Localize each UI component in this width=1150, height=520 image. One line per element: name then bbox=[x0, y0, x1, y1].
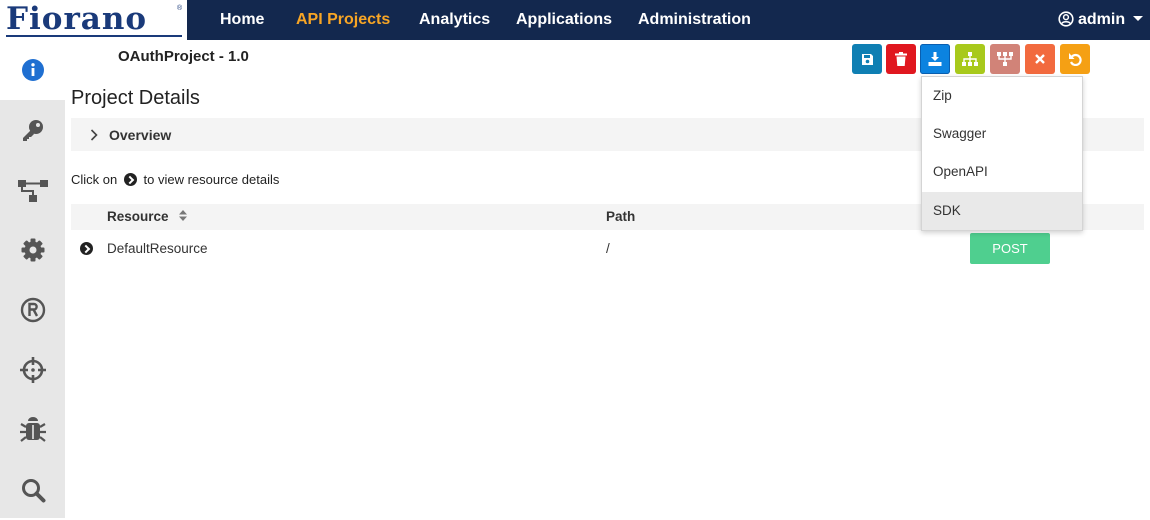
close-icon bbox=[1035, 54, 1045, 64]
key-icon bbox=[22, 120, 43, 141]
sidebar-item-registered[interactable] bbox=[0, 280, 65, 340]
export-option-openapi[interactable]: OpenAPI bbox=[922, 153, 1082, 191]
save-button[interactable] bbox=[852, 44, 882, 74]
hint-text-after: to view resource details bbox=[143, 172, 280, 187]
bug-icon bbox=[19, 417, 46, 442]
user-circle-icon bbox=[1058, 11, 1074, 27]
sitemap-icon bbox=[962, 52, 978, 66]
trash-icon bbox=[895, 52, 907, 66]
column-resource-label: Resource bbox=[107, 209, 169, 224]
hierarchy-icon bbox=[997, 52, 1013, 66]
nav-api-projects[interactable]: API Projects bbox=[296, 0, 390, 40]
sidebar bbox=[0, 40, 65, 518]
top-navbar: Fiorano ® Home API Projects Analytics Ap… bbox=[0, 0, 1150, 40]
nav-administration[interactable]: Administration bbox=[638, 0, 751, 40]
chevron-right-icon bbox=[90, 129, 98, 141]
resource-path: / bbox=[606, 241, 610, 256]
resource-name: DefaultResource bbox=[107, 241, 208, 256]
search-icon bbox=[21, 479, 45, 503]
undo-icon bbox=[1069, 53, 1082, 66]
gear-icon bbox=[21, 238, 44, 262]
hint-text-before: Click on bbox=[71, 172, 118, 187]
nav-home[interactable]: Home bbox=[220, 0, 264, 40]
column-resource[interactable]: Resource bbox=[107, 209, 188, 224]
sort-icon bbox=[179, 210, 188, 221]
export-dropdown: Zip Swagger OpenAPI SDK bbox=[921, 76, 1083, 231]
section-title: Project Details bbox=[71, 87, 200, 109]
registered-icon bbox=[20, 297, 45, 323]
sidebar-item-search[interactable] bbox=[0, 460, 65, 520]
structure-button[interactable] bbox=[955, 44, 985, 74]
overview-label: Overview bbox=[109, 127, 172, 143]
delete-button[interactable] bbox=[886, 44, 916, 74]
nav-applications[interactable]: Applications bbox=[516, 0, 612, 40]
expand-row-icon[interactable] bbox=[80, 242, 93, 255]
logo-text: Fiorano bbox=[6, 1, 148, 37]
chevron-circle-right-icon bbox=[123, 173, 137, 186]
download-icon bbox=[928, 52, 942, 66]
export-option-sdk[interactable]: SDK bbox=[922, 192, 1082, 230]
resource-hint: Click on to view resource details bbox=[71, 172, 279, 187]
sidebar-item-info[interactable] bbox=[0, 40, 65, 100]
export-button[interactable] bbox=[920, 44, 950, 74]
sidebar-item-flow[interactable] bbox=[0, 160, 65, 220]
logo-underline bbox=[6, 35, 182, 37]
project-title: OAuthProject - 1.0 bbox=[118, 48, 249, 65]
nav-analytics[interactable]: Analytics bbox=[419, 0, 490, 40]
export-option-swagger[interactable]: Swagger bbox=[922, 115, 1082, 153]
method-post-badge[interactable]: POST bbox=[970, 233, 1050, 264]
flow-icon bbox=[17, 180, 48, 202]
column-path[interactable]: Path bbox=[606, 209, 635, 224]
sidebar-item-debug[interactable] bbox=[0, 400, 65, 460]
close-button[interactable] bbox=[1025, 44, 1055, 74]
info-icon bbox=[21, 59, 44, 81]
export-option-zip[interactable]: Zip bbox=[922, 77, 1082, 115]
sidebar-item-keys[interactable] bbox=[0, 100, 65, 160]
logo-registered-mark: ® bbox=[177, 5, 183, 12]
chevron-down-icon bbox=[1133, 16, 1144, 21]
user-name: admin bbox=[1078, 11, 1126, 28]
crosshair-icon bbox=[19, 357, 46, 383]
hierarchy-button[interactable] bbox=[990, 44, 1020, 74]
sidebar-item-target[interactable] bbox=[0, 340, 65, 400]
user-menu[interactable]: admin bbox=[1058, 0, 1144, 40]
undo-button[interactable] bbox=[1060, 44, 1090, 74]
save-icon bbox=[861, 53, 873, 65]
sidebar-item-settings[interactable] bbox=[0, 220, 65, 280]
logo[interactable]: Fiorano ® bbox=[0, 0, 187, 40]
